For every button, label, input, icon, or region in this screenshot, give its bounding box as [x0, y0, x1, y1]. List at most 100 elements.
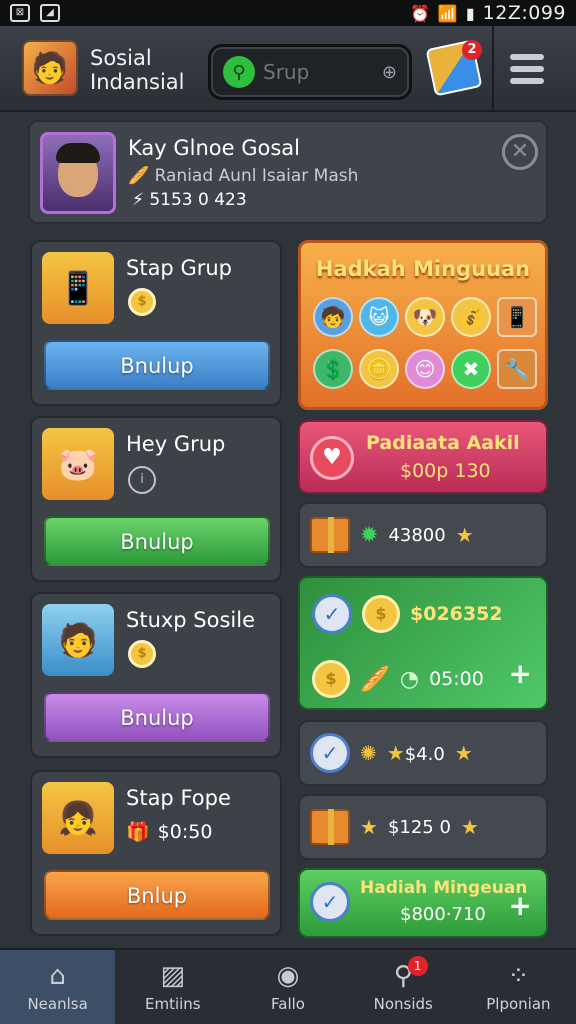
- check-icon[interactable]: ✓: [312, 594, 352, 634]
- group-card[interactable]: 🧑 Stuxp Sosile $ Bnulup: [30, 592, 282, 758]
- nav-item-options[interactable]: ⁘ Plponian: [461, 950, 576, 1024]
- avatar: [40, 132, 116, 214]
- sticker-icon[interactable]: 📱: [497, 297, 537, 337]
- group-title: Stap Fope: [126, 786, 231, 810]
- hamburger-menu-icon[interactable]: [510, 54, 544, 84]
- pet-icon: 🐷: [42, 428, 114, 500]
- profile-subtitle: 🥖 Raniad Aunl Isaiar Mash: [128, 166, 359, 186]
- plus-icon[interactable]: +: [509, 889, 532, 922]
- clock-icon: ◔: [399, 666, 420, 692]
- group-card[interactable]: 📱 Stap Grup $ Bnulup: [30, 240, 282, 406]
- reward-panel[interactable]: ✓ $ $026352 $ 🥖 ◔ 05:00 +: [298, 576, 548, 710]
- bottom-nav: ⌂ Neanlsa ▨ Emtiins ◉ Fallo ⚲ 1 Nonsids …: [0, 948, 576, 1024]
- location-icon: ◉: [276, 961, 300, 991]
- promo-card[interactable]: ♥ Padiaata Aakil $00p 130: [298, 420, 548, 494]
- sticker-icon[interactable]: 😊: [405, 349, 445, 389]
- header-divider: [492, 26, 494, 110]
- heart-icon: ♥: [310, 436, 354, 480]
- image-icon: ▨: [160, 961, 186, 991]
- search-input[interactable]: [263, 60, 382, 84]
- app-logo[interactable]: 🧑: [22, 40, 78, 96]
- reward-value: $026352: [410, 603, 503, 625]
- coin-icon: $: [312, 660, 350, 698]
- status-time: 12Z:099: [482, 2, 566, 24]
- person-avatar: 🧑: [42, 604, 114, 676]
- nav-item-notifications[interactable]: ⚲ 1 Nonsids: [346, 950, 461, 1024]
- sticker-icon[interactable]: ✖: [451, 349, 491, 389]
- reward-row[interactable]: ✓ ✺ ★$4.0 ★: [298, 720, 548, 786]
- app-title: Sosial Indansial: [90, 46, 185, 94]
- plus-icon[interactable]: +: [509, 657, 532, 690]
- promo-title: Padiaata Aakil: [366, 432, 520, 454]
- promo-price: $00p 130: [400, 460, 491, 482]
- grid-icon: ⁘: [507, 961, 530, 991]
- search-bar[interactable]: ⚲ ⊕: [208, 44, 412, 100]
- group-title: Stap Grup: [126, 256, 232, 280]
- character-avatar: 👧: [42, 782, 114, 854]
- profile-name: Kay Glnoe Gosal: [128, 136, 300, 160]
- sun-icon: ✺: [360, 741, 377, 765]
- reward-price: $800·710: [400, 904, 486, 925]
- reward-value: ★$4.0: [386, 741, 445, 765]
- sticker-icon[interactable]: 🧒: [313, 297, 353, 337]
- timer-value: 05:00: [429, 668, 484, 690]
- sticker-icon[interactable]: 🪙: [359, 349, 399, 389]
- star-icon: ★: [460, 815, 479, 839]
- alarm-icon: ⏰: [409, 3, 430, 23]
- reward-title: Hadkah Minguuan: [315, 257, 531, 281]
- reward-panel-row: ✓ $ $026352: [312, 594, 503, 634]
- gift-icon: 🎁: [126, 821, 150, 843]
- nav-item-home[interactable]: ⌂ Neanlsa: [0, 950, 116, 1024]
- games-badge: 2: [462, 40, 482, 60]
- group-join-button[interactable]: Bnulup: [44, 516, 270, 566]
- wifi-icon: 📶: [437, 3, 458, 23]
- bread-icon: 🥖: [360, 665, 390, 693]
- reward-title: Hadiah Mingeuan: [360, 878, 528, 898]
- group-card[interactable]: 🐷 Hey Grup i Bnulup: [30, 416, 282, 582]
- group-card[interactable]: 👧 Stap Fope 🎁 $0:50 Bnlup: [30, 770, 282, 936]
- sticker-icon[interactable]: 🐶: [405, 297, 445, 337]
- star-icon: ★: [454, 741, 473, 765]
- weekly-reward-card[interactable]: ✓ Hadiah Mingeuan $800·710 +: [298, 868, 548, 938]
- reward-value: $125 0: [387, 816, 451, 838]
- notification-icon: ⊠: [10, 4, 30, 22]
- profile-card[interactable]: Kay Glnoe Gosal 🥖 Raniad Aunl Isaiar Mas…: [28, 120, 548, 224]
- nav-item-events[interactable]: ▨ Emtiins: [115, 950, 230, 1024]
- reward-row[interactable]: ✹ 43800 ★: [298, 502, 548, 568]
- group-join-button[interactable]: Bnulup: [44, 692, 270, 742]
- group-price: 🎁 $0:50: [126, 820, 213, 844]
- coin-icon: $: [362, 595, 400, 633]
- group-title: Stuxp Sosile: [126, 608, 256, 632]
- check-icon[interactable]: ✓: [310, 733, 350, 773]
- search-icon: ⚲: [223, 56, 255, 88]
- nav-item-follow[interactable]: ◉ Fallo: [230, 950, 345, 1024]
- group-title: Hey Grup: [126, 432, 226, 456]
- info-icon[interactable]: i: [128, 466, 156, 494]
- coin-icon: $: [128, 640, 156, 668]
- reward-value: 43800: [388, 524, 446, 546]
- sticker-icon[interactable]: 💰: [451, 297, 491, 337]
- weekly-reward-card[interactable]: Hadkah Minguuan 🧒 😺 🐶 💰 📱 💲 🪙 😊 ✖ 🔧: [298, 240, 548, 410]
- sticker-icon[interactable]: 😺: [359, 297, 399, 337]
- group-join-button[interactable]: Bnulup: [44, 340, 270, 390]
- coin-icon: $: [128, 288, 156, 316]
- image-icon: ◢: [40, 4, 60, 22]
- notification-badge: 1: [407, 956, 428, 976]
- phone-icon: 📱: [42, 252, 114, 324]
- check-icon[interactable]: ✓: [310, 882, 350, 922]
- basket-icon: [310, 809, 350, 845]
- sticker-grid: 🧒 😺 🐶 💰 📱 💲 🪙 😊 ✖ 🔧: [313, 297, 539, 389]
- reward-row[interactable]: ★ $125 0 ★: [298, 794, 548, 860]
- star-icon: ★: [360, 815, 378, 839]
- reward-panel-row: $ 🥖 ◔ 05:00: [312, 660, 484, 698]
- badge-icon: ✹: [360, 522, 379, 548]
- group-join-button[interactable]: Bnlup: [44, 870, 270, 920]
- close-icon[interactable]: ✕: [502, 134, 538, 170]
- profile-points: ⚡ 5153 0 423: [132, 190, 247, 210]
- star-icon: ★: [455, 523, 474, 547]
- app-header: 🧑 Sosial Indansial ⚲ ⊕ 2: [0, 26, 576, 112]
- sticker-icon[interactable]: 🔧: [497, 349, 537, 389]
- gift-icon: [310, 517, 350, 553]
- sticker-icon[interactable]: 💲: [313, 349, 353, 389]
- filter-icon[interactable]: ⊕: [382, 62, 397, 83]
